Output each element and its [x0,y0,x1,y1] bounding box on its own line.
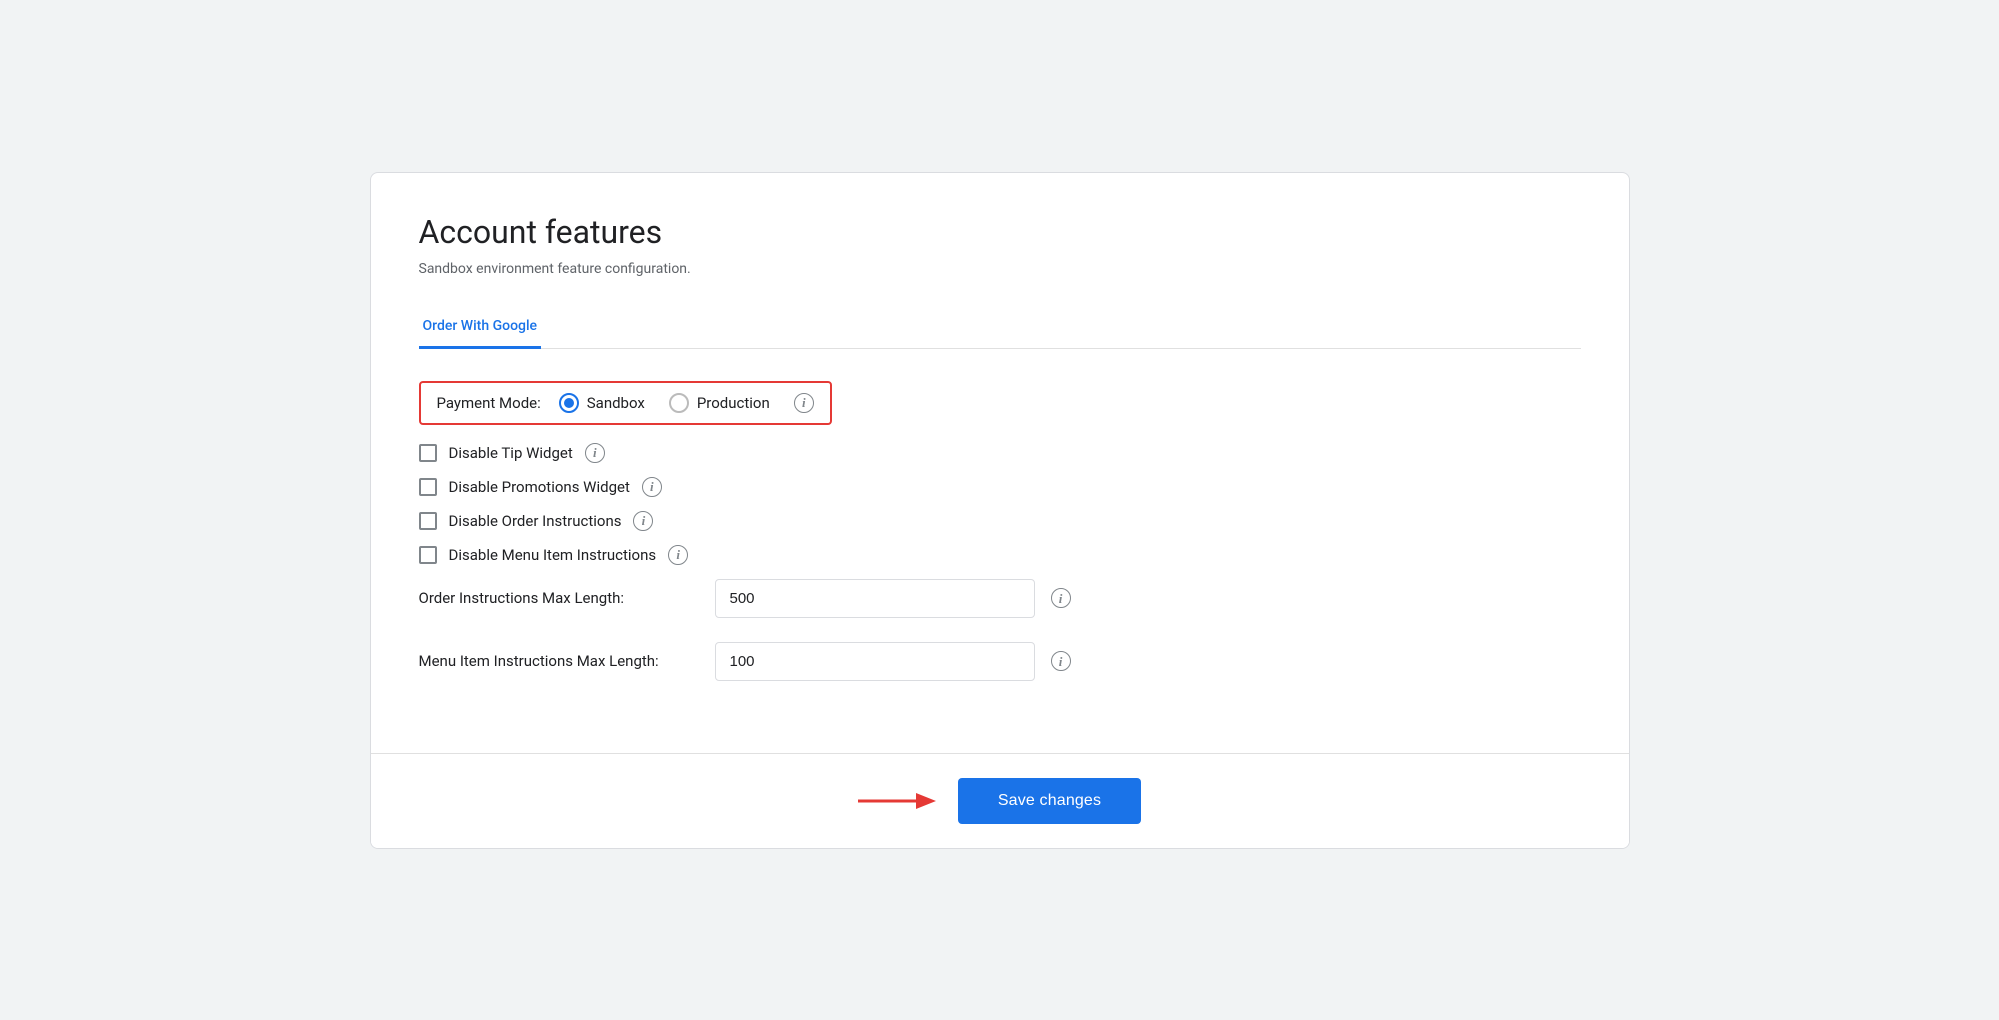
field-input-menu-item-instructions-max-length[interactable] [715,642,1035,681]
checkbox-row-disable-tip: Disable Tip Widget i [419,443,1581,463]
checkbox-disable-order-instructions[interactable] [419,512,437,530]
field-row-order-instructions-max-length: Order Instructions Max Length: i [419,579,1581,618]
fields-container: Order Instructions Max Length:iMenu Item… [419,579,1581,681]
card-body: Account features Sandbox environment fea… [371,173,1629,753]
checkbox-label-disable-menu-item-instructions: Disable Menu Item Instructions [449,546,657,564]
field-row-menu-item-instructions-max-length: Menu Item Instructions Max Length: i [419,642,1581,681]
radio-sandbox-circle[interactable] [559,393,579,413]
field-info-icon-menu-item-instructions-max-length[interactable]: i [1051,651,1071,671]
checkbox-row-disable-promotions: Disable Promotions Widget i [419,477,1581,497]
info-icon-disable-tip[interactable]: i [585,443,605,463]
payment-mode-info-icon[interactable]: i [794,393,814,413]
tab-order-with-google[interactable]: Order With Google [419,306,542,349]
page-subtitle: Sandbox environment feature configuratio… [419,261,1581,277]
checkbox-row-disable-menu-item-instructions: Disable Menu Item Instructions i [419,545,1581,565]
card-footer: Save changes [371,753,1629,848]
field-label-menu-item-instructions-max-length: Menu Item Instructions Max Length: [419,652,699,670]
radio-sandbox-label: Sandbox [587,394,645,412]
info-icon-disable-menu-item-instructions[interactable]: i [668,545,688,565]
checkbox-disable-promotions[interactable] [419,478,437,496]
info-icon-disable-promotions[interactable]: i [642,477,662,497]
checkbox-disable-tip[interactable] [419,444,437,462]
checkbox-label-disable-order-instructions: Disable Order Instructions [449,512,622,530]
field-input-order-instructions-max-length[interactable] [715,579,1035,618]
radio-production[interactable]: Production [669,393,770,413]
tabs-container: Order With Google [419,305,1581,349]
info-icon-disable-order-instructions[interactable]: i [633,511,653,531]
payment-mode-box: Payment Mode: Sandbox Production i [419,381,832,425]
page-title: Account features [419,213,1581,251]
checkboxes-container: Disable Tip WidgetiDisable Promotions Wi… [419,443,1581,565]
field-label-order-instructions-max-length: Order Instructions Max Length: [419,589,699,607]
field-info-icon-order-instructions-max-length[interactable]: i [1051,588,1071,608]
save-changes-button[interactable]: Save changes [958,778,1141,824]
arrow-container [858,787,938,815]
account-features-card: Account features Sandbox environment fea… [370,172,1630,849]
checkbox-label-disable-promotions: Disable Promotions Widget [449,478,630,496]
radio-sandbox[interactable]: Sandbox [559,393,645,413]
checkbox-disable-menu-item-instructions[interactable] [419,546,437,564]
radio-production-label: Production [697,394,770,412]
radio-production-circle[interactable] [669,393,689,413]
payment-mode-radio-group: Sandbox Production i [559,393,814,413]
save-arrow-icon [858,787,938,815]
checkbox-label-disable-tip: Disable Tip Widget [449,444,573,462]
payment-mode-label: Payment Mode: [437,394,541,412]
checkbox-row-disable-order-instructions: Disable Order Instructions i [419,511,1581,531]
